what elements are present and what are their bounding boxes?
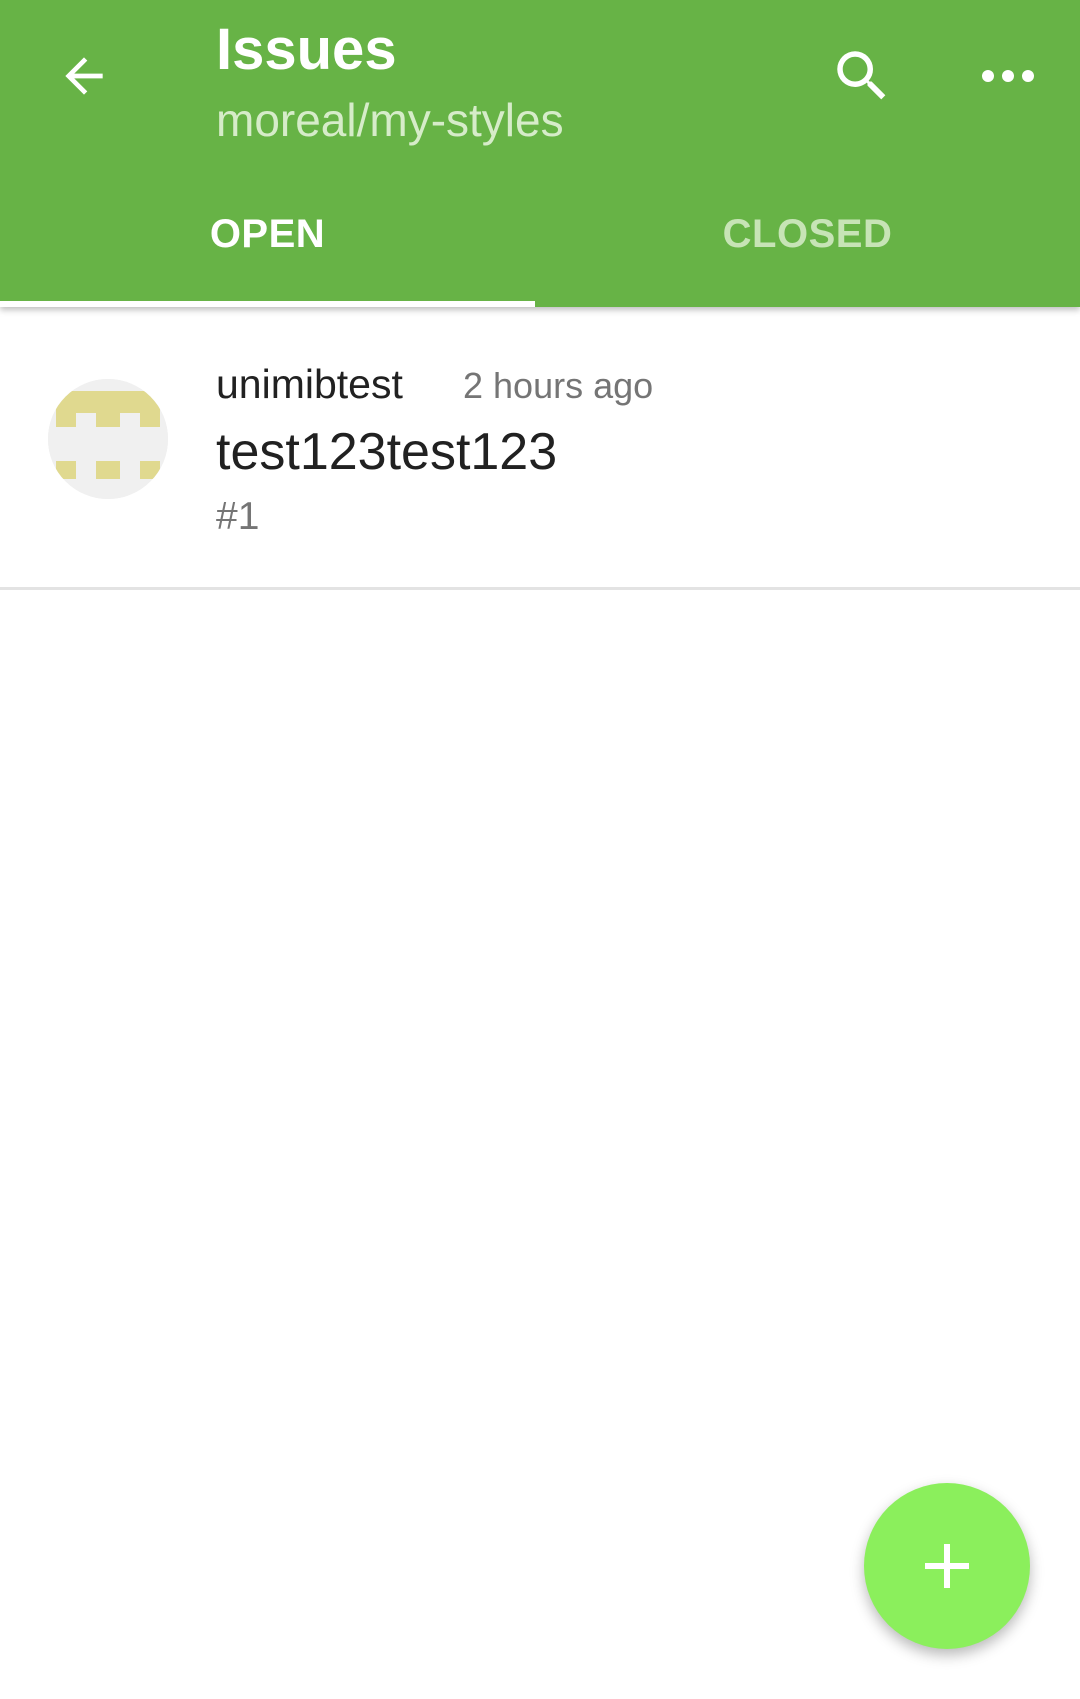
- tab-open-label: OPEN: [209, 212, 326, 256]
- plus-icon: [925, 1544, 969, 1588]
- search-button[interactable]: [822, 36, 902, 116]
- tab-closed[interactable]: CLOSED: [535, 190, 1080, 307]
- back-button[interactable]: [44, 36, 124, 116]
- app-bar: Issues moreal/my-styles OPEN CLOSED: [0, 0, 1080, 307]
- tab-selected-indicator: [0, 301, 535, 307]
- page-title: Issues: [216, 17, 397, 82]
- issue-list-item[interactable]: unimibtest 2 hours ago test123test123 #1: [0, 307, 1080, 590]
- issues-screen: Issues moreal/my-styles OPEN CLOSED unim…: [0, 0, 1080, 1699]
- new-issue-button[interactable]: [864, 1483, 1030, 1649]
- issue-title: test123test123: [216, 423, 558, 481]
- title-block: Issues moreal/my-styles: [216, 14, 564, 154]
- issue-timestamp: 2 hours ago: [463, 365, 654, 406]
- arrow-left-icon: [65, 57, 103, 95]
- more-options-button[interactable]: [968, 36, 1048, 116]
- search-icon: [837, 51, 886, 100]
- issue-author: unimibtest: [216, 361, 403, 407]
- tab-closed-label: CLOSED: [722, 212, 893, 256]
- identicon-pattern: [48, 379, 168, 499]
- tab-open[interactable]: OPEN: [0, 190, 535, 307]
- issue-state-tabs: OPEN CLOSED: [0, 190, 1080, 307]
- more-horizontal-icon: [982, 70, 1034, 82]
- identicon-avatar: [48, 379, 168, 499]
- repo-subtitle: moreal/my-styles: [216, 94, 564, 146]
- issue-number: #1: [216, 495, 260, 538]
